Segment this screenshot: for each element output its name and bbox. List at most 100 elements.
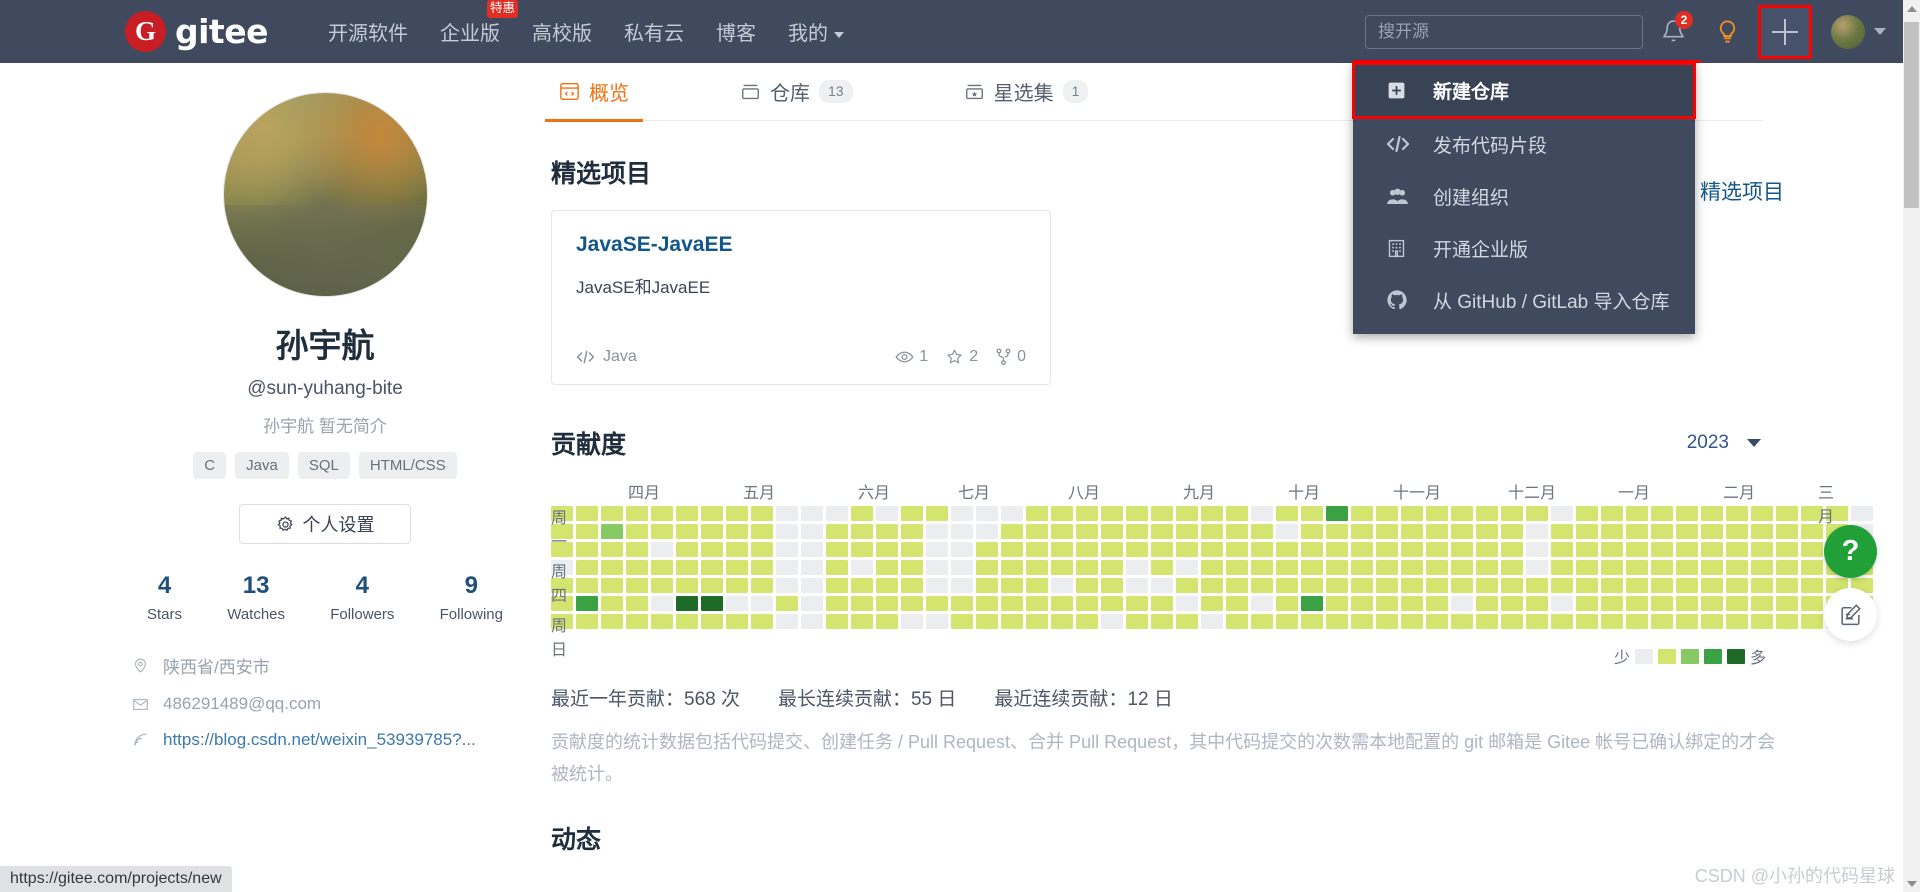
contribution-cell[interactable] — [1101, 578, 1123, 593]
contribution-cell[interactable] — [1276, 542, 1298, 557]
contribution-cell[interactable] — [1476, 578, 1498, 593]
contribution-cell[interactable] — [1051, 542, 1073, 557]
contribution-cell[interactable] — [901, 578, 923, 593]
contribution-cell[interactable] — [1076, 578, 1098, 593]
profile-avatar[interactable] — [222, 92, 428, 297]
contribution-cell[interactable] — [851, 560, 873, 575]
contribution-cell[interactable] — [626, 542, 648, 557]
contribution-cell[interactable] — [1651, 524, 1673, 539]
contribution-cell[interactable] — [1476, 614, 1498, 629]
contribution-cell[interactable] — [1401, 560, 1423, 575]
contribution-cell[interactable] — [1451, 560, 1473, 575]
stat-watches[interactable]: 13 Watches — [227, 572, 285, 623]
contribution-cell[interactable] — [826, 596, 848, 611]
contribution-cell[interactable] — [1376, 578, 1398, 593]
contribution-cell[interactable] — [876, 596, 898, 611]
contribution-cell[interactable] — [1451, 542, 1473, 557]
contribution-cell[interactable] — [1001, 578, 1023, 593]
contribution-cell[interactable] — [1001, 524, 1023, 539]
contribution-cell[interactable] — [801, 614, 823, 629]
contribution-cell[interactable] — [1176, 560, 1198, 575]
contribution-cell[interactable] — [1376, 596, 1398, 611]
contribution-cell[interactable] — [801, 560, 823, 575]
contribution-cell[interactable] — [1551, 542, 1573, 557]
contribution-cell[interactable] — [1351, 542, 1373, 557]
contribution-cell[interactable] — [1226, 614, 1248, 629]
contribution-cell[interactable] — [1701, 578, 1723, 593]
contribution-cell[interactable] — [776, 614, 798, 629]
contribution-cell[interactable] — [776, 506, 798, 521]
contribution-cell[interactable] — [601, 596, 623, 611]
contribution-cell[interactable] — [1226, 578, 1248, 593]
contribution-cell[interactable] — [1776, 596, 1798, 611]
scroll-down-button[interactable] — [1903, 875, 1920, 892]
contribution-cell[interactable] — [1501, 578, 1523, 593]
contribution-cell[interactable] — [776, 524, 798, 539]
contribution-cell[interactable] — [951, 560, 973, 575]
contribution-cell[interactable] — [976, 524, 998, 539]
contribution-cell[interactable] — [1676, 596, 1698, 611]
contribution-cell[interactable] — [1451, 524, 1473, 539]
contribution-cell[interactable] — [976, 542, 998, 557]
contribution-cell[interactable] — [1351, 506, 1373, 521]
contribution-cell[interactable] — [1576, 614, 1598, 629]
contribution-cell[interactable] — [1726, 578, 1748, 593]
contribution-cell[interactable] — [1076, 506, 1098, 521]
contribution-cell[interactable] — [1526, 506, 1548, 521]
contribution-cell[interactable] — [1226, 560, 1248, 575]
contribution-cell[interactable] — [1701, 596, 1723, 611]
contribution-cell[interactable] — [651, 506, 673, 521]
contribution-cell[interactable] — [1576, 506, 1598, 521]
contribution-cell[interactable] — [1151, 506, 1173, 521]
contribution-cell[interactable] — [1426, 614, 1448, 629]
skill-tag[interactable]: Java — [235, 452, 289, 479]
user-menu-button[interactable] — [1831, 14, 1886, 49]
contribution-cell[interactable] — [576, 560, 598, 575]
tab-overview[interactable]: 概览 — [545, 63, 643, 122]
contribution-cell[interactable] — [1776, 542, 1798, 557]
contribution-cell[interactable] — [601, 578, 623, 593]
contribution-cell[interactable] — [1176, 596, 1198, 611]
contribution-cell[interactable] — [701, 524, 723, 539]
contribution-cell[interactable] — [726, 596, 748, 611]
contribution-cell[interactable] — [1801, 614, 1823, 629]
contribution-cell[interactable] — [901, 560, 923, 575]
contribution-cell[interactable] — [1026, 542, 1048, 557]
nav-item-mine[interactable]: 我的 — [772, 17, 860, 46]
contribution-cell[interactable] — [1176, 524, 1198, 539]
stat-stars[interactable]: 4 Stars — [147, 572, 182, 623]
profile-blog-link[interactable]: https://blog.csdn.net/weixin_53939785?..… — [131, 730, 525, 750]
contribution-cell[interactable] — [651, 578, 673, 593]
contribution-cell[interactable] — [1726, 542, 1748, 557]
contribution-cell[interactable] — [1776, 578, 1798, 593]
contribution-cell[interactable] — [676, 614, 698, 629]
contribution-cell[interactable] — [1476, 542, 1498, 557]
contribution-cell[interactable] — [1376, 614, 1398, 629]
contribution-cell[interactable] — [1251, 578, 1273, 593]
contribution-cell[interactable] — [976, 596, 998, 611]
contribution-cell[interactable] — [951, 542, 973, 557]
feedback-button[interactable] — [1824, 588, 1877, 641]
contribution-cell[interactable] — [626, 596, 648, 611]
contribution-cell[interactable] — [1626, 542, 1648, 557]
contribution-cell[interactable] — [701, 596, 723, 611]
search-input[interactable] — [1365, 14, 1643, 49]
contribution-cell[interactable] — [1126, 560, 1148, 575]
contribution-cell[interactable] — [1251, 614, 1273, 629]
contribution-cell[interactable] — [1076, 560, 1098, 575]
contribution-cell[interactable] — [1501, 542, 1523, 557]
contribution-cell[interactable] — [1126, 506, 1148, 521]
contribution-cell[interactable] — [976, 614, 998, 629]
contribution-cell[interactable] — [1276, 578, 1298, 593]
contribution-cell[interactable] — [1301, 578, 1323, 593]
contribution-cell[interactable] — [1626, 614, 1648, 629]
contribution-cell[interactable] — [1126, 596, 1148, 611]
contribution-cell[interactable] — [1326, 596, 1348, 611]
skill-tag[interactable]: HTML/CSS — [358, 452, 457, 479]
contribution-cell[interactable] — [1401, 506, 1423, 521]
contribution-cell[interactable] — [801, 542, 823, 557]
contribution-cell[interactable] — [1026, 506, 1048, 521]
contribution-year-select[interactable]: 2023 — [1687, 432, 1761, 454]
contribution-cell[interactable] — [1626, 560, 1648, 575]
contribution-cell[interactable] — [1326, 614, 1348, 629]
